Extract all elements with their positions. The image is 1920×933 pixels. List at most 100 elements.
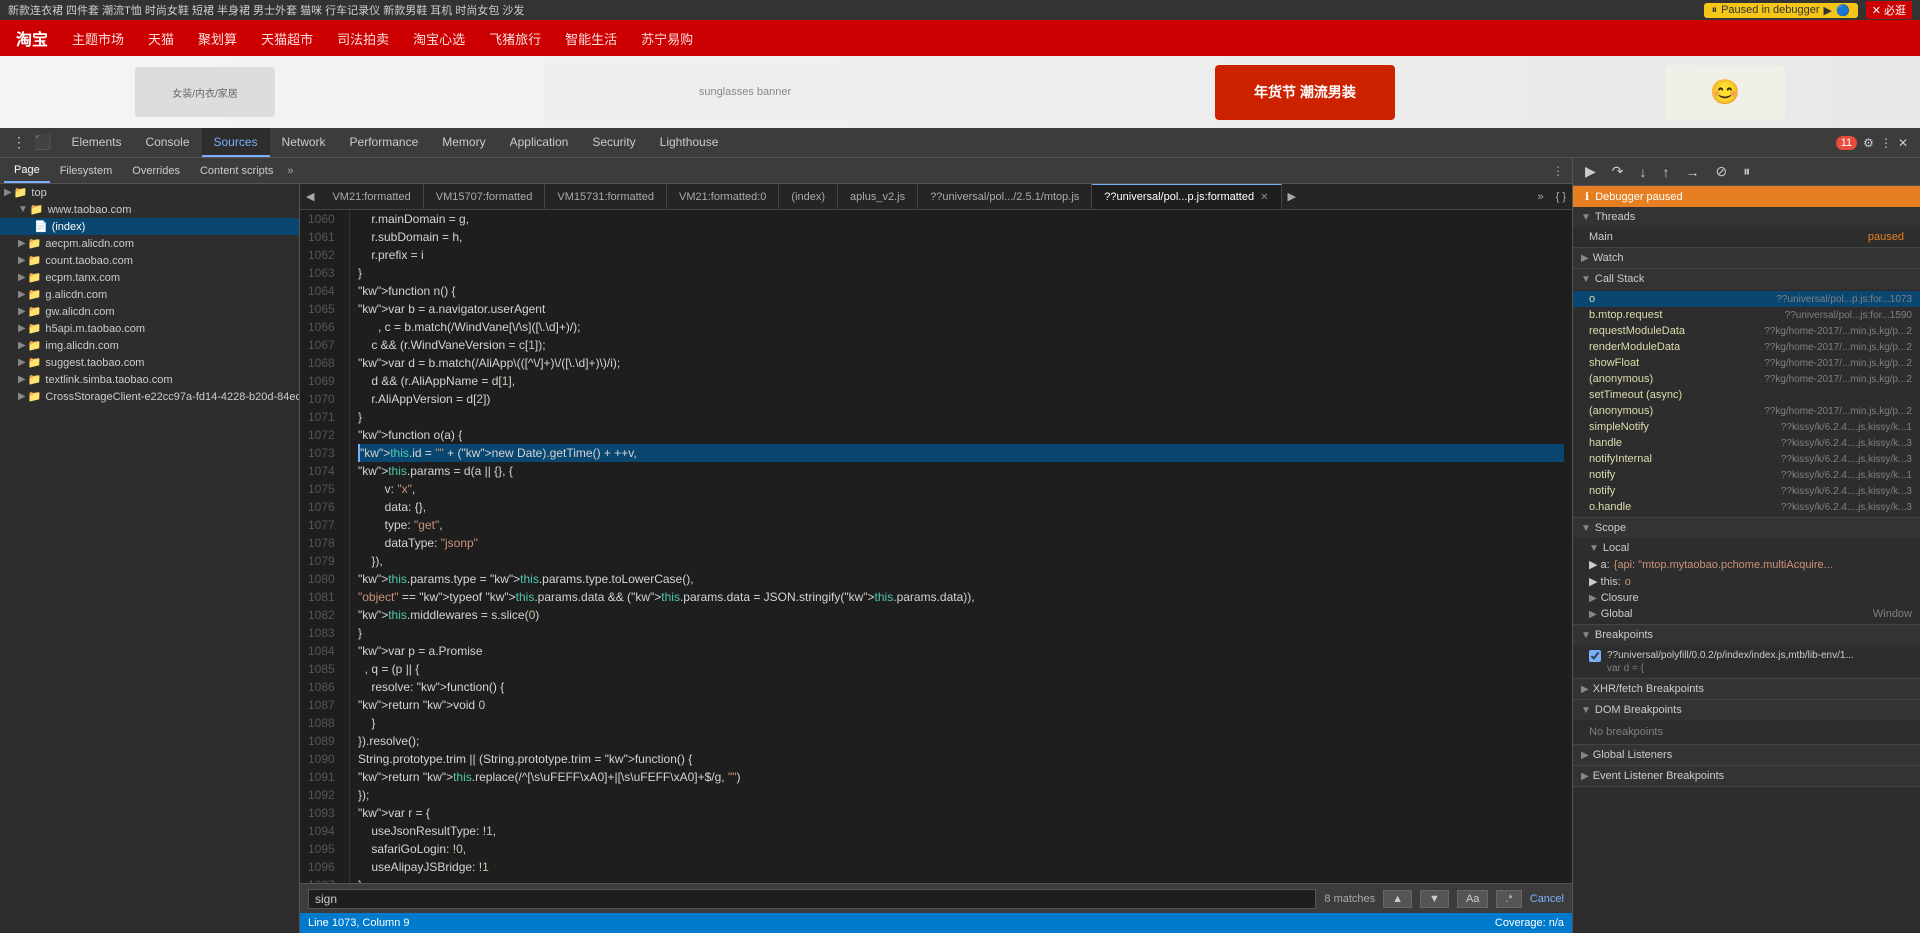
code-content[interactable]: r.mainDomain = g, r.subDomain = h, r.pre… [350,210,1572,883]
tab-lighthouse[interactable]: Lighthouse [648,128,731,157]
deactivate-breakpoints-btn[interactable]: ⊘ [1712,161,1732,182]
breakpoint-checkbox-0[interactable] [1589,650,1601,662]
event-listener-breakpoints-header[interactable]: ▶ Event Listener Breakpoints [1573,766,1920,786]
file-tree-item-12[interactable]: ▶📁CrossStorageClient-e22cc97a-fd14-4228-… [0,388,299,405]
scope-local-a[interactable]: ▶ a: {api: "mtop.mytaobao.pchome.multiAc… [1573,556,1920,573]
file-tree-item-9[interactable]: ▶📁img.alicdn.com [0,337,299,354]
search-aa-btn[interactable]: Aa [1457,890,1488,908]
search-next-btn[interactable]: ▼ [1420,890,1449,908]
nav-item-7[interactable]: 智能生活 [565,29,617,48]
call-stack-item-12[interactable]: notify??kissy/k/6.2.4....js,kissy/k...3 [1573,483,1920,499]
code-editor[interactable]: 1060106110621063106410651066106710681069… [300,210,1572,883]
subtabs-more[interactable]: » [283,165,297,177]
file-tab-7[interactable]: ??universal/pol...p.js:formatted ✕ [1092,184,1281,209]
call-stack-item-6[interactable]: setTimeout (async) [1573,387,1920,403]
nav-item-1[interactable]: 天猫 [148,29,174,48]
file-tab-1[interactable]: VM15707:formatted [424,184,546,209]
call-stack-item-7[interactable]: (anonymous)??kg/home-2017/...min.js,kg/p… [1573,403,1920,419]
file-tab-3[interactable]: VM21:formatted:0 [667,184,779,209]
call-stack-item-11[interactable]: notify??kissy/k/6.2.4....js,kissy/k...1 [1573,467,1920,483]
subtab-overrides[interactable]: Overrides [122,158,190,183]
file-tab-5[interactable]: aplus_v2.js [838,184,918,209]
nav-item-3[interactable]: 天猫超市 [261,29,313,48]
file-tree-item-11[interactable]: ▶📁textlink.simba.taobao.com [0,371,299,388]
thread-main[interactable]: Main paused [1573,229,1920,245]
close-tab-icon[interactable]: ✕ [1260,192,1268,203]
nav-item-0[interactable]: 主题市场 [72,29,124,48]
file-tree-item-5[interactable]: ▶📁ecpm.tanx.com [0,269,299,286]
search-prev-btn[interactable]: ▲ [1383,890,1412,908]
scope-global-header[interactable]: ▶ Global Window [1573,606,1920,622]
tab-performance[interactable]: Performance [338,128,431,157]
watch-header[interactable]: ▶ Watch [1573,248,1920,268]
file-tab-2[interactable]: VM15731:formatted [545,184,667,209]
step-over-btn[interactable]: ↷ [1608,161,1628,182]
call-stack-item-8[interactable]: simpleNotify??kissy/k/6.2.4....js,kissy/… [1573,419,1920,435]
scope-closure-header[interactable]: ▶ Closure [1573,590,1920,606]
tab-console[interactable]: Console [133,128,201,157]
file-tree-item-3[interactable]: ▶📁aecpm.alicdn.com [0,235,299,252]
call-stack-item-3[interactable]: renderModuleData??kg/home-2017/...min.js… [1573,339,1920,355]
scope-local-header[interactable]: ▼ Local [1573,540,1920,556]
call-stack-item-5[interactable]: (anonymous)??kg/home-2017/...min.js,kg/p… [1573,371,1920,387]
nav-item-5[interactable]: 淘宝心选 [413,29,465,48]
file-tab-4[interactable]: (index) [779,184,838,209]
call-stack-item-2[interactable]: requestModuleData??kg/home-2017/...min.j… [1573,323,1920,339]
pause-on-exceptions-btn[interactable]: ⏸ [1739,161,1754,182]
tab-sources[interactable]: Sources [202,128,270,157]
file-tree-item-1[interactable]: ▼📁www.taobao.com [0,201,299,218]
file-tree-item-7[interactable]: ▶📁gw.alicdn.com [0,303,299,320]
search-regex-btn[interactable]: .* [1496,890,1521,908]
file-tree-item-10[interactable]: ▶📁suggest.taobao.com [0,354,299,371]
step-out-btn[interactable]: ↑ [1659,162,1674,182]
tab-security[interactable]: Security [580,128,647,157]
file-tree-item-8[interactable]: ▶📁h5api.m.taobao.com [0,320,299,337]
scope-local-this[interactable]: ▶ this: o [1573,573,1920,590]
step-into-btn[interactable]: ↓ [1636,162,1651,182]
nav-item-4[interactable]: 司法拍卖 [337,29,389,48]
call-stack-header[interactable]: ▼ Call Stack [1573,269,1920,289]
call-stack-item-1[interactable]: b.mtop.request??universal/pol...js:for..… [1573,307,1920,323]
subtab-filesystem[interactable]: Filesystem [50,158,123,183]
call-stack-item-4[interactable]: showFloat??kg/home-2017/...min.js,kg/p..… [1573,355,1920,371]
search-input[interactable] [308,889,1316,909]
tab-memory[interactable]: Memory [430,128,497,157]
format-icon[interactable]: { } [1550,191,1572,203]
nav-item-2[interactable]: 聚划算 [198,29,237,48]
nav-item-6[interactable]: 飞猪旅行 [489,29,541,48]
more-icon[interactable]: ⋮ [1880,136,1892,150]
subtab-page[interactable]: Page [4,158,50,183]
paused-badge[interactable]: ⏸ Paused in debugger ▶ 🔵 [1704,3,1858,18]
file-tree-item-6[interactable]: ▶📁g.alicdn.com [0,286,299,303]
file-tabs-left[interactable]: ◀ [300,190,320,203]
call-stack-item-13[interactable]: o.handle??kissy/k/6.2.4....js,kissy/k...… [1573,499,1920,515]
close-icon[interactable]: ✕ [1898,136,1908,150]
tab-application[interactable]: Application [498,128,581,157]
call-stack-item-0[interactable]: o??universal/pol...p.js:for...1073 [1573,291,1920,307]
settings-icon[interactable]: ⚙ [1863,136,1874,150]
global-listeners-header[interactable]: ▶ Global Listeners [1573,745,1920,765]
xhr-breakpoints-header[interactable]: ▶ XHR/fetch Breakpoints [1573,679,1920,699]
tab-network[interactable]: Network [270,128,338,157]
settings-sources-icon[interactable]: ⋮ [1548,164,1568,178]
devtools-undock-icon[interactable]: ⋮ [12,134,26,151]
file-tab-0[interactable]: VM21:formatted [320,184,423,209]
call-stack-item-9[interactable]: handle??kissy/k/6.2.4....js,kissy/k...3 [1573,435,1920,451]
step-btn[interactable]: → [1682,162,1704,182]
dom-breakpoints-header[interactable]: ▼ DOM Breakpoints [1573,700,1920,720]
file-tabs-more[interactable]: » [1531,191,1549,203]
devtools-pin-icon[interactable]: ⬛ [34,134,51,151]
tab-elements[interactable]: Elements [59,128,133,157]
call-stack-item-10[interactable]: notifyInternal??kissy/k/6.2.4....js,kiss… [1573,451,1920,467]
search-cancel-btn[interactable]: Cancel [1530,893,1564,905]
nav-item-8[interactable]: 苏宁易购 [641,29,693,48]
resume-btn[interactable]: ▶ [1581,161,1600,182]
file-tree-item-2[interactable]: 📄(index) [0,218,299,235]
close-banner[interactable]: ✕ 必逛 [1866,1,1912,19]
file-tree-item-4[interactable]: ▶📁count.taobao.com [0,252,299,269]
threads-header[interactable]: ▼ Threads [1573,207,1920,227]
file-tree-item-0[interactable]: ▶📁top [0,184,299,201]
breakpoints-header[interactable]: ▼ Breakpoints [1573,625,1920,645]
file-tab-6[interactable]: ??universal/pol.../2.5.1/mtop.js [918,184,1092,209]
subtab-content-scripts[interactable]: Content scripts [190,158,283,183]
